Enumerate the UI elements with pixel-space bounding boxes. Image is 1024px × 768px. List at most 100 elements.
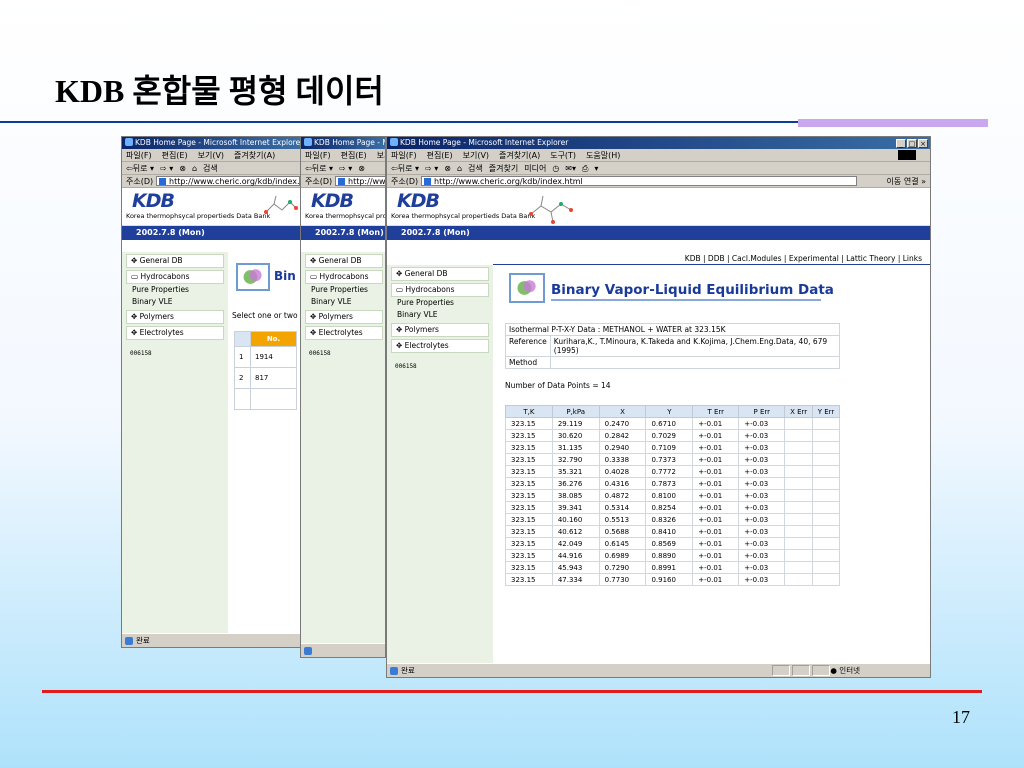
forward-button[interactable]: ⇨ ▾: [339, 164, 352, 173]
table-cell: 0.5513: [598, 513, 647, 526]
molecule-icon: [264, 195, 298, 214]
window-titlebar[interactable]: KDB Home Page - Microsoft Internet Explo…: [301, 137, 385, 149]
sidebar-item-polymers[interactable]: ✥ Polymers: [305, 310, 383, 324]
stop-button[interactable]: ⊗: [358, 164, 365, 173]
links-button[interactable]: 연결 »: [904, 177, 926, 186]
favorites-button[interactable]: 즐겨찾기: [489, 164, 518, 173]
vle-data-table: T,K P,kPa X Y T Err P Err X Err Y Err 323.15 29.…: [505, 405, 840, 586]
address-input[interactable]: http://www.cheric.org/kdb/index.html: [335, 176, 385, 186]
table-cell: 47.334: [551, 573, 600, 586]
menu-file[interactable]: 파일(F): [391, 151, 417, 160]
browser-window-back-1[interactable]: KDB Home Page - Microsoft Internet Explo…: [121, 136, 301, 648]
sidebar-item-general-db[interactable]: ✥ General DB: [391, 267, 489, 281]
mail-button[interactable]: ✉▾: [565, 164, 576, 173]
media-button[interactable]: 미디어: [524, 164, 546, 173]
stop-button[interactable]: ⊗: [179, 164, 186, 173]
browser-window-back-2[interactable]: KDB Home Page - Microsoft Internet Explo…: [300, 136, 386, 658]
history-button[interactable]: ◷: [552, 164, 559, 173]
minimize-button[interactable]: _: [896, 139, 906, 148]
stop-button[interactable]: ⊗: [444, 164, 451, 173]
table-cell: +-0.01: [692, 573, 740, 586]
menu-favorites[interactable]: 즐겨찾기(A): [234, 151, 275, 160]
table-cell: 0.4872: [598, 489, 647, 502]
close-button[interactable]: ×: [918, 139, 928, 148]
maximize-button[interactable]: □: [907, 139, 917, 148]
sidebar-item-pure-properties[interactable]: Pure Properties: [301, 284, 385, 296]
menu-edit[interactable]: 편집(E): [341, 151, 367, 160]
menu-file[interactable]: 파일(F): [126, 151, 152, 160]
table-cell: 323.15: [505, 513, 553, 526]
sidebar-item-electrolytes[interactable]: ✥ Electrolytes: [126, 326, 224, 340]
table-cell: +-0.01: [692, 489, 740, 502]
forward-button[interactable]: ⇨ ▾: [160, 164, 173, 173]
table-row[interactable]: 1 1914: [234, 346, 297, 368]
address-input[interactable]: http://www.cheric.org/kdb/index.html: [156, 176, 300, 186]
print-button[interactable]: ⎙: [582, 164, 588, 173]
menu-favorites[interactable]: 즐겨찾기(A): [499, 151, 540, 160]
sidebar-item-polymers[interactable]: ✥ Polymers: [126, 310, 224, 324]
sidebar-item-electrolytes[interactable]: ✥ Electrolytes: [391, 339, 489, 353]
forward-button[interactable]: ⇨ ▾: [425, 164, 438, 173]
sidebar-item-general-db[interactable]: ✥ General DB: [126, 254, 224, 268]
menu-tools[interactable]: 도구(T): [550, 151, 576, 160]
sidebar: ✥ General DB ▭ Hydrocabons Pure Properti…: [301, 252, 385, 643]
back-button[interactable]: ⇦뒤로 ▾: [126, 164, 154, 173]
ie-icon: [390, 138, 398, 146]
menu-edit[interactable]: 편집(E): [162, 151, 188, 160]
edit-button[interactable]: ▾: [594, 164, 598, 173]
toolbar[interactable]: ⇦뒤로 ▾ ⇨ ▾ ⊗ ⌂ 검색 즐겨찾기 미디어 ◷ ✉▾ ⎙ ▾: [387, 162, 930, 175]
menu-file[interactable]: 파일(F): [305, 151, 331, 160]
sidebar-item-pure-properties[interactable]: Pure Properties: [122, 284, 228, 296]
menu-view[interactable]: 보기(V): [463, 151, 489, 160]
sidebar-item-hydrocarbons[interactable]: ▭ Hydrocabons: [391, 283, 489, 297]
table-cell: 0.7730: [598, 573, 647, 586]
sidebar-item-hydrocarbons[interactable]: ▭ Hydrocabons: [305, 270, 383, 284]
table-cell: [812, 489, 840, 502]
sidebar-item-polymers[interactable]: ✥ Polymers: [391, 323, 489, 337]
table-cell: 323.15: [505, 537, 553, 550]
kdb-logo[interactable]: KDB: [397, 190, 440, 212]
table-row: 323.15 42.049 0.6145 0.8569 +-0.01 +-0.03: [505, 537, 840, 550]
search-button[interactable]: 검색: [203, 164, 218, 173]
menu-view[interactable]: 보기(V): [377, 151, 385, 160]
menu-edit[interactable]: 편집(E): [427, 151, 453, 160]
status-bar: [301, 643, 385, 657]
menu-help[interactable]: 도움말(H): [586, 151, 620, 160]
sidebar-item-binary-vle[interactable]: Binary VLE: [301, 296, 385, 308]
browser-window-main[interactable]: KDB Home Page - Microsoft Internet Explo…: [386, 136, 931, 678]
table-cell: 0.8569: [645, 537, 694, 550]
search-button[interactable]: 검색: [468, 164, 483, 173]
go-button[interactable]: 이동: [887, 177, 902, 186]
top-nav-links[interactable]: KDB | DDB | Cacl.Modules | Experimental …: [493, 253, 930, 265]
menu-view[interactable]: 보기(V): [198, 151, 224, 160]
table-cell: [812, 537, 840, 550]
table-row: 323.15 38.085 0.4872 0.8100 +-0.01 +-0.03: [505, 489, 840, 502]
home-button[interactable]: ⌂: [457, 164, 462, 173]
window-titlebar[interactable]: KDB Home Page - Microsoft Internet Explo…: [387, 137, 930, 149]
sidebar-item-hydrocarbons[interactable]: ▭ Hydrocabons: [126, 270, 224, 284]
sidebar-item-binary-vle[interactable]: Binary VLE: [387, 309, 493, 321]
toolbar[interactable]: ⇦뒤로 ▾ ⇨ ▾ ⊗: [301, 162, 385, 175]
column-header: T,K: [505, 405, 553, 418]
home-button[interactable]: ⌂: [192, 164, 197, 173]
menu-bar[interactable]: 파일(F) 편집(E) 보기(V): [301, 149, 385, 162]
menu-bar[interactable]: 파일(F) 편집(E) 보기(V) 즐겨찾기(A): [122, 149, 300, 162]
table-cell: [784, 441, 814, 454]
sidebar-item-general-db[interactable]: ✥ General DB: [305, 254, 383, 268]
table-row[interactable]: 2 817: [234, 367, 297, 389]
sidebar-item-electrolytes[interactable]: ✥ Electrolytes: [305, 326, 383, 340]
sidebar-item-binary-vle[interactable]: Binary VLE: [122, 296, 228, 308]
toolbar[interactable]: ⇦뒤로 ▾ ⇨ ▾ ⊗ ⌂ 검색: [122, 162, 300, 175]
column-header: P Err: [738, 405, 786, 418]
back-button[interactable]: ⇦뒤로 ▾: [305, 164, 333, 173]
kdb-logo[interactable]: KDB: [311, 190, 354, 212]
window-titlebar[interactable]: KDB Home Page - Microsoft Internet Explo…: [122, 137, 300, 149]
status-bar: 완료 ● 인터넷: [387, 663, 930, 677]
kdb-logo[interactable]: KDB: [132, 190, 175, 212]
back-button[interactable]: ⇦뒤로 ▾: [391, 164, 419, 173]
sidebar-item-pure-properties[interactable]: Pure Properties: [387, 297, 493, 309]
address-input[interactable]: http://www.cheric.org/kdb/index.html: [421, 176, 857, 186]
page-icon: [159, 178, 166, 185]
menu-bar[interactable]: 파일(F) 편집(E) 보기(V) 즐겨찾기(A) 도구(T) 도움말(H): [387, 149, 930, 162]
table-cell: 40.160: [551, 513, 600, 526]
